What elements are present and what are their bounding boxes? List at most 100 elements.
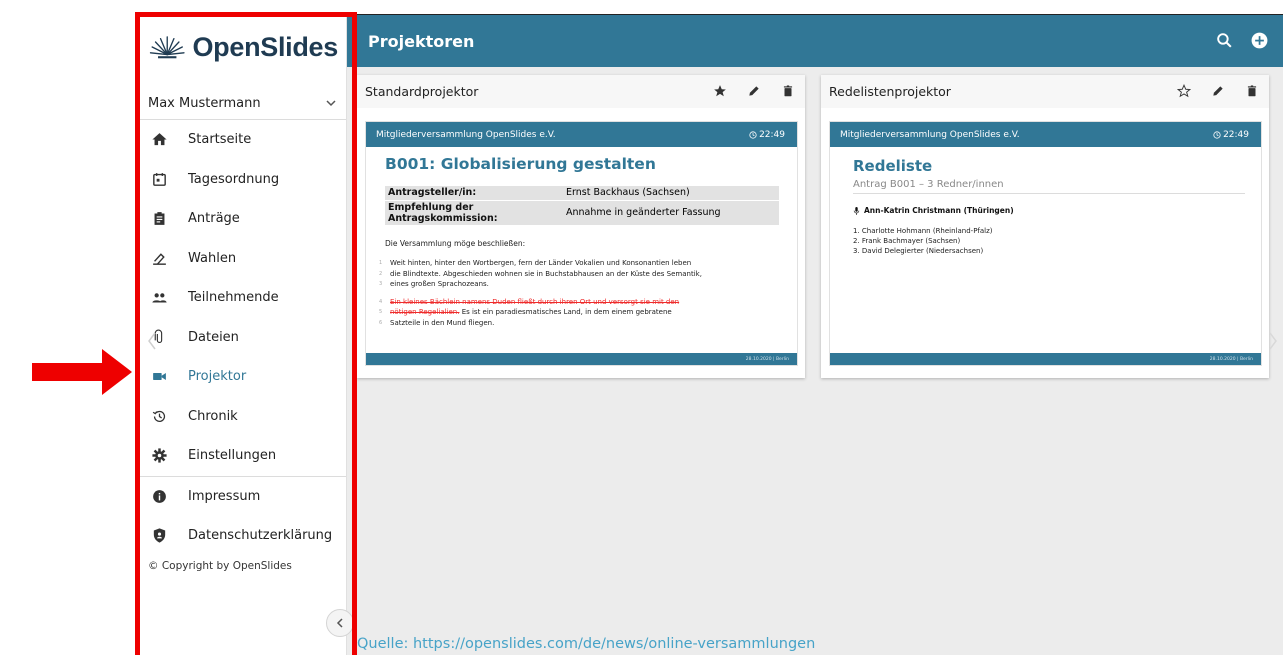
top-toolbar: Projektoren <box>347 15 1283 67</box>
event-name: Mitgliederversammlung OpenSlides e.V. <box>376 129 556 140</box>
nav-label: Impressum <box>188 488 261 504</box>
nav-item-teilnehmende[interactable]: Teilnehmende <box>140 278 346 318</box>
nav-item-wahlen[interactable]: Wahlen <box>140 239 346 279</box>
clock-time: 22:49 <box>759 129 785 140</box>
nav-item-chronik[interactable]: Chronik <box>140 397 346 437</box>
home-icon <box>151 133 167 146</box>
edit-pencil-icon[interactable] <box>747 84 761 98</box>
openslides-app: OpenSlides Max Mustermann Startseite Tag… <box>140 14 1283 655</box>
nav-label: Anträge <box>188 211 240 227</box>
chevron-left-icon <box>336 618 343 628</box>
star-outline-icon[interactable] <box>1177 84 1191 98</box>
toolbar-actions <box>1215 31 1269 50</box>
nav-label: Tagesordnung <box>188 171 280 187</box>
copyright-text: © Copyright by OpenSlides <box>148 560 292 572</box>
footer-text: 28.10.2020 | Berlin <box>1209 356 1253 362</box>
search-icon[interactable] <box>1215 31 1234 50</box>
meta-value: Annahme in geänderter Fassung <box>563 200 779 226</box>
star-filled-icon[interactable] <box>713 84 727 98</box>
people-icon <box>151 293 167 303</box>
slide-clock: 22:49 <box>749 130 785 140</box>
motion-line: 6 Satzteile in den Mund fliegen. <box>379 318 495 327</box>
user-name: Max Mustermann <box>148 95 261 111</box>
clock-icon <box>1213 130 1221 139</box>
motion-line: 2 die Blindtexte. Abgeschieden wohnen sie… <box>379 269 702 278</box>
line-text: eines großen Sprachozeans. <box>390 280 489 288</box>
nav-item-impressum[interactable]: Impressum <box>140 477 346 517</box>
motion-text: 1 Weit hinten, hinter den Wortbergen, fer… <box>379 258 702 328</box>
nav-label: Datenschutzerklärung <box>188 528 333 544</box>
motion-line: 3 eines großen Sprachozeans. <box>379 280 489 288</box>
slide-header: Mitgliederversammlung OpenSlides e.V. 22… <box>830 122 1261 147</box>
nav-label: Projektor <box>188 369 247 385</box>
nav-item-projektor[interactable]: Projektor <box>140 357 346 397</box>
nav-label: Teilnehmende <box>188 290 279 306</box>
delete-trash-icon[interactable] <box>1245 84 1259 98</box>
ballot-icon <box>152 252 166 265</box>
meta-value: Ernst Backhaus (Sachsen) <box>563 186 779 201</box>
projector-slide[interactable]: Mitgliederversammlung OpenSlides e.V. 22… <box>829 121 1262 366</box>
main-nav: Startseite Tagesordnung Anträge Wahlen T… <box>140 119 346 556</box>
info-icon <box>152 489 166 503</box>
clipboard-icon <box>154 212 164 226</box>
motion-title: B001: Globalisierung gestalten <box>385 155 656 173</box>
speaker-list: 1. Charlotte Hohmann (Rheinland-Pfalz) 2… <box>853 226 993 256</box>
table-row: Empfehlung der Antragskommission: Annahm… <box>385 200 779 226</box>
meta-key: Antragsteller/in: <box>385 186 563 201</box>
chevron-right-icon <box>1269 332 1277 350</box>
motion-meta-table: Antragsteller/in: Ernst Backhaus (Sachse… <box>385 186 779 226</box>
microphone-icon <box>853 206 860 215</box>
projector-card-speakers: Redelistenprojektor Mitgliederversammlun… <box>821 75 1269 378</box>
source-caption: Quelle: https://openslides.com/de/news/o… <box>357 636 816 652</box>
nav-item-einstellungen[interactable]: Einstellungen <box>140 436 346 476</box>
openslides-logo-icon <box>149 36 185 59</box>
event-name: Mitgliederversammlung OpenSlides e.V. <box>840 129 1020 140</box>
slide-header: Mitgliederversammlung OpenSlides e.V. 22… <box>366 122 797 147</box>
nav-label: Wahlen <box>188 250 237 266</box>
nav-item-datenschutz[interactable]: Datenschutzerklärung <box>140 516 346 556</box>
nav-label: Dateien <box>188 329 239 345</box>
add-circle-icon[interactable] <box>1250 31 1269 50</box>
delete-trash-icon[interactable] <box>781 84 795 98</box>
slide-footer: 28.10.2020 | Berlin <box>366 353 797 365</box>
nav-item-antraege[interactable]: Anträge <box>140 199 346 239</box>
footer-text: 28.10.2020 | Berlin <box>745 356 789 362</box>
projector-slide[interactable]: Mitgliederversammlung OpenSlides e.V. 22… <box>365 121 798 366</box>
nav-item-startseite[interactable]: Startseite <box>140 120 346 160</box>
line-text: Satzteile in den Mund fliegen. <box>390 318 495 327</box>
page-title: Projektoren <box>368 31 475 51</box>
nav-label: Startseite <box>188 132 252 148</box>
speakers-title: Redeliste <box>853 157 933 175</box>
screenshot-stage: OpenSlides Max Mustermann Startseite Tag… <box>0 0 1283 655</box>
projector-card-standard: Standardprojektor Mitgliederversammlung … <box>357 75 805 378</box>
nav-label: Einstellungen <box>188 448 277 464</box>
app-logo[interactable]: OpenSlides <box>148 29 338 65</box>
meta-key: Empfehlung der Antragskommission: <box>385 200 563 226</box>
gear-icon <box>151 448 167 463</box>
nav-item-tagesordnung[interactable]: Tagesordnung <box>140 160 346 200</box>
slide-clock: 22:49 <box>1213 130 1249 140</box>
clock-time: 22:49 <box>1223 129 1249 140</box>
projector-card-actions <box>1177 84 1259 98</box>
sidebar-collapse-button[interactable] <box>326 609 354 637</box>
table-row: Antragsteller/in: Ernst Backhaus (Sachse… <box>385 186 779 201</box>
deleted-text: Ein kleines Bächlein namens Duden fließt… <box>390 297 680 306</box>
current-speaker: Ann-Katrin Christmann (Thüringen) <box>853 206 1014 215</box>
deleted-text: nötigen Regelialien. <box>390 308 460 316</box>
list-item: 2. Frank Bachmayer (Sachsen) <box>853 237 961 245</box>
nav-label: Chronik <box>188 408 238 424</box>
motion-preamble: Die Versammlung möge beschließen: <box>385 239 526 248</box>
motion-line: 5 nötigen Regelialien. Es ist ein paradie… <box>379 308 672 316</box>
projector-name: Redelistenprojektor <box>829 84 951 99</box>
line-text: Es ist ein paradiesmatisches Land, in de… <box>459 308 672 316</box>
motion-line: 4 Ein kleines Bächlein namens Duden fließ… <box>379 297 680 306</box>
projector-name: Standardprojektor <box>365 84 479 99</box>
chevron-left-icon <box>148 332 156 350</box>
slide-footer: 28.10.2020 | Berlin <box>830 353 1261 365</box>
nav-item-dateien[interactable]: Dateien <box>140 318 346 358</box>
app-name: OpenSlides <box>192 31 338 62</box>
edit-pencil-icon[interactable] <box>1211 84 1225 98</box>
sidebar: OpenSlides Max Mustermann Startseite Tag… <box>140 15 354 655</box>
user-menu[interactable]: Max Mustermann <box>148 91 338 115</box>
projector-card-actions <box>713 84 795 98</box>
